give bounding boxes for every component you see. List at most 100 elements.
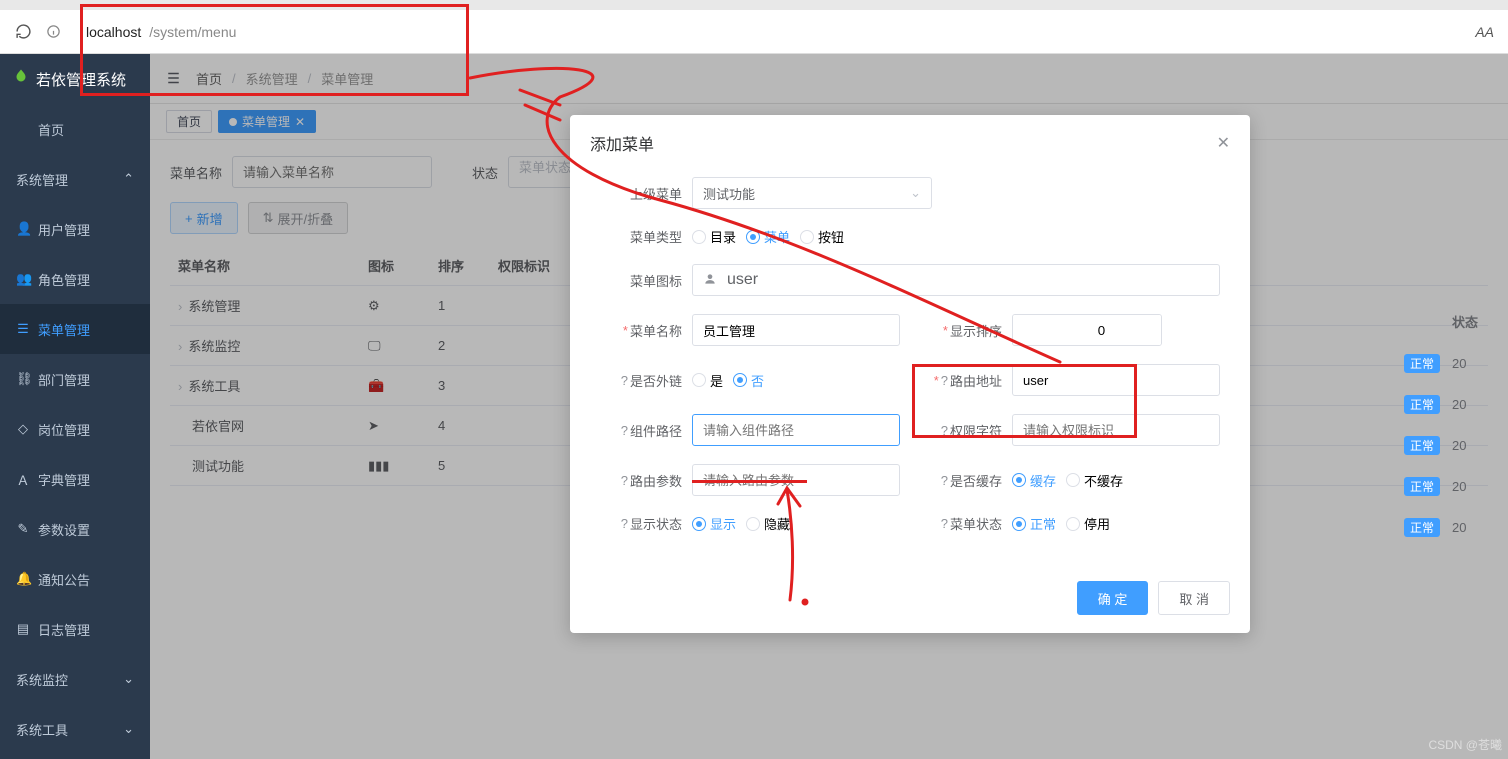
radio-label: 是	[710, 371, 723, 390]
chevron-down-icon: ⌄	[910, 185, 921, 201]
params-label: ?路由参数	[600, 471, 682, 490]
user-icon: 👤	[16, 221, 30, 237]
sidebar: 若依管理系统 首页 系统管理⌃ 👤用户管理 👥角色管理 ☰菜单管理 ⛓部门管理 …	[0, 54, 150, 759]
close-icon[interactable]: ✕	[1217, 133, 1230, 153]
url-origin: localhost	[86, 24, 141, 40]
sidebar-item-home[interactable]: 首页	[0, 104, 150, 154]
sidebar-item-label: 参数设置	[38, 520, 90, 539]
radio-button-type[interactable]: 按钮	[800, 227, 844, 246]
help-icon: ?	[621, 373, 628, 388]
perm-label: ?权限字符	[920, 421, 1002, 440]
order-label: *显示排序	[920, 321, 1002, 340]
browser-tabs-row	[0, 0, 1508, 10]
order-input[interactable]	[1013, 315, 1162, 345]
radio-label: 缓存	[1030, 471, 1056, 490]
sidebar-item-param[interactable]: ✎ 参数设置	[0, 504, 150, 554]
radio-directory[interactable]: 目录	[692, 227, 736, 246]
sidebar-group-system[interactable]: 系统管理 ⌃	[0, 154, 150, 204]
dialog-footer: 确 定 取 消	[570, 571, 1250, 633]
user-icon	[703, 272, 719, 288]
radio-label: 显示	[710, 514, 736, 533]
reload-icon[interactable]	[14, 23, 32, 41]
watermark: CSDN @苍曦	[1428, 736, 1502, 753]
status-badge: 正常	[1404, 436, 1440, 455]
cell-year: 20	[1452, 397, 1466, 412]
dialog-body: 上级菜单 测试功能 ⌄ 菜单类型 目录 菜单 按钮 菜单图标	[570, 171, 1250, 571]
sidebar-item-menu[interactable]: ☰菜单管理	[0, 304, 150, 354]
radio-label: 否	[751, 371, 764, 390]
component-input[interactable]	[692, 414, 900, 446]
chevron-up-icon: ⌃	[123, 171, 134, 187]
tree-icon: ⛓	[16, 371, 30, 387]
dialog-add-menu: 添加菜单 ✕ 上级菜单 测试功能 ⌄ 菜单类型 目录 菜单 按钮 菜单图标	[570, 115, 1250, 633]
sidebar-item-dict[interactable]: Ａ字典管理	[0, 454, 150, 504]
brand-title: 若依管理系统	[36, 69, 126, 90]
name-input[interactable]	[692, 314, 900, 346]
sidebar-item-post[interactable]: ◇岗位管理	[0, 404, 150, 454]
radio-external-no[interactable]: 否	[733, 371, 764, 390]
sidebar-group-label: 系统管理	[16, 170, 68, 189]
parent-select[interactable]: 测试功能 ⌄	[692, 177, 932, 209]
parent-label: 上级菜单	[600, 184, 682, 203]
radio-cache-yes[interactable]: 缓存	[1012, 471, 1056, 490]
icon-value: user	[727, 271, 758, 289]
perm-input[interactable]	[1012, 414, 1220, 446]
cell-year: 20	[1452, 479, 1466, 494]
sidebar-item-label: 通知公告	[38, 570, 90, 589]
type-label: 菜单类型	[600, 227, 682, 246]
route-input[interactable]	[1012, 364, 1220, 396]
radio-status-stop[interactable]: 停用	[1066, 514, 1110, 533]
cancel-button[interactable]: 取 消	[1158, 581, 1230, 615]
radio-cache-no[interactable]: 不缓存	[1066, 471, 1123, 490]
cache-label: ?是否缓存	[920, 471, 1002, 490]
brand: 若依管理系统	[0, 54, 150, 104]
params-input[interactable]	[692, 464, 900, 496]
radio-menu[interactable]: 菜单	[746, 227, 790, 246]
sidebar-item-log[interactable]: ▤日志管理	[0, 604, 150, 654]
help-icon: ?	[621, 423, 628, 438]
route-label: *?路由地址	[920, 371, 1002, 390]
radio-display-show[interactable]: 显示	[692, 514, 736, 533]
sidebar-item-label: 角色管理	[38, 270, 90, 289]
status-badge: 正常	[1404, 477, 1440, 496]
radio-status-normal[interactable]: 正常	[1012, 514, 1056, 533]
info-icon[interactable]	[44, 23, 62, 41]
sidebar-item-roles[interactable]: 👥角色管理	[0, 254, 150, 304]
radio-label: 菜单	[764, 227, 790, 246]
menu-icon: ☰	[16, 321, 30, 337]
sidebar-group-monitor[interactable]: 系统监控 ⌄	[0, 654, 150, 704]
sidebar-item-dept[interactable]: ⛓部门管理	[0, 354, 150, 404]
status-label: ?菜单状态	[920, 514, 1002, 533]
radio-external-yes[interactable]: 是	[692, 371, 723, 390]
sidebar-item-notice[interactable]: 🔔 通知公告	[0, 554, 150, 604]
bell-icon: 🔔	[16, 571, 30, 587]
chevron-down-icon: ⌄	[123, 671, 134, 687]
url-path: /system/menu	[149, 24, 236, 40]
sidebar-item-label: 岗位管理	[38, 420, 90, 439]
sidebar-item-users[interactable]: 👤用户管理	[0, 204, 150, 254]
cell-year: 20	[1452, 356, 1466, 371]
display-label: ?显示状态	[600, 514, 682, 533]
sidebar-group-label: 系统监控	[16, 670, 68, 689]
icon-input[interactable]: user	[692, 264, 1220, 296]
help-icon: ?	[621, 516, 628, 531]
read-aloud-icon[interactable]: AA	[1475, 24, 1494, 40]
browser-nav: localhost/system/menu AA	[0, 10, 1508, 54]
ok-button[interactable]: 确 定	[1077, 581, 1149, 615]
cell-year: 20	[1452, 520, 1466, 535]
name-label: *菜单名称	[600, 321, 682, 340]
th-status: 状态	[1452, 312, 1478, 331]
dict-icon: Ａ	[16, 470, 30, 489]
order-stepper[interactable]: ▴▾	[1012, 314, 1162, 346]
radio-label: 目录	[710, 227, 736, 246]
help-icon: ?	[941, 473, 948, 488]
param-icon: ✎	[16, 521, 30, 537]
help-icon: ?	[941, 516, 948, 531]
sidebar-group-label: 系统工具	[16, 720, 68, 739]
status-column: 正常20 正常20 正常20 正常20 正常20	[1400, 343, 1508, 548]
radio-label: 隐藏	[764, 514, 790, 533]
log-icon: ▤	[16, 621, 30, 637]
url-bar[interactable]: localhost/system/menu	[74, 17, 1463, 47]
radio-display-hide[interactable]: 隐藏	[746, 514, 790, 533]
sidebar-group-tool[interactable]: 系统工具⌄	[0, 704, 150, 754]
